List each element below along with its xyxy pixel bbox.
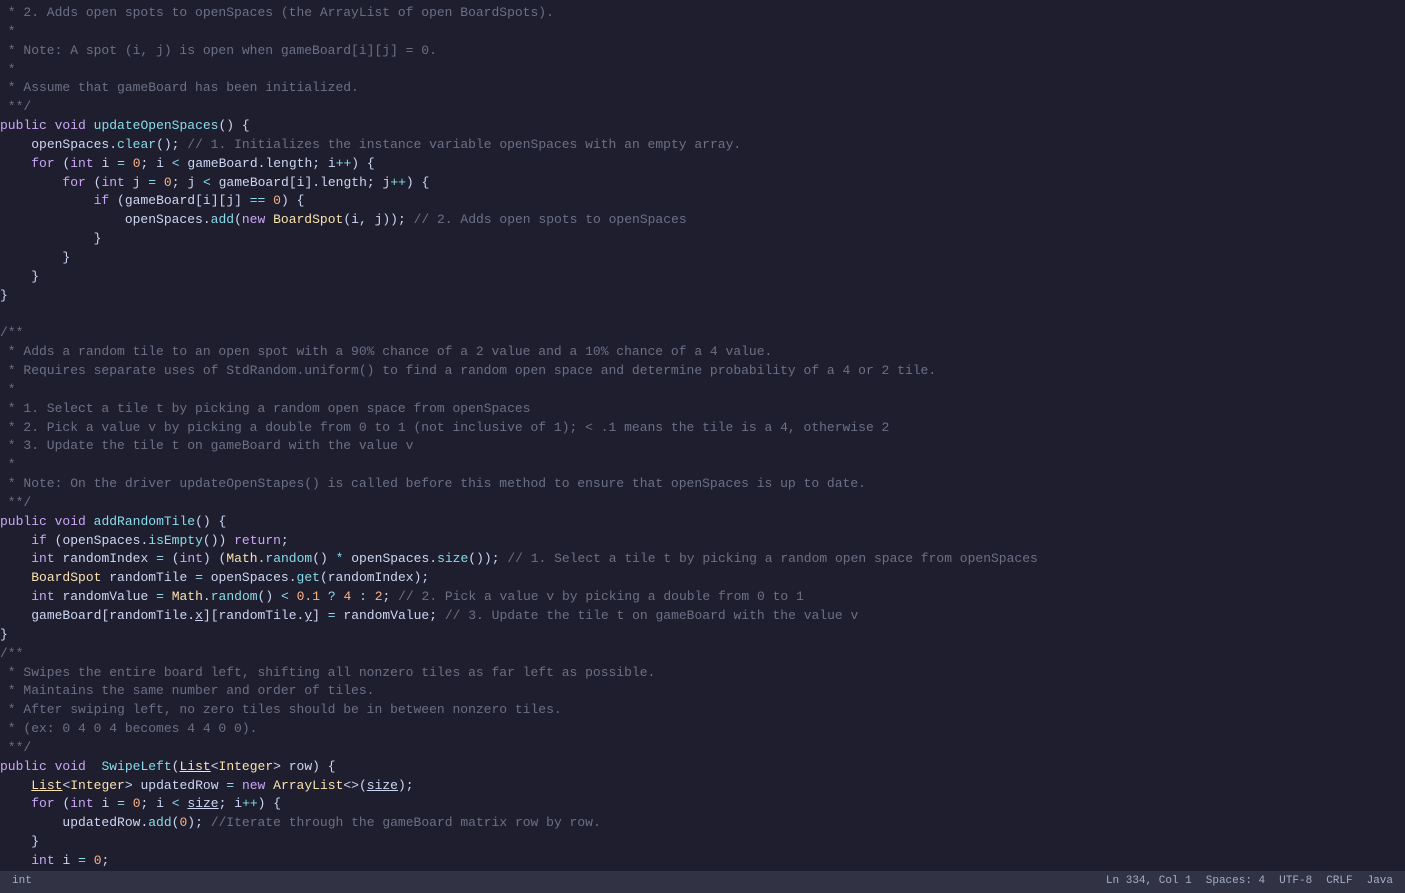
status-item-language: Java bbox=[1367, 874, 1393, 890]
code-line: openSpaces.clear(); // 1. Initializes th… bbox=[0, 136, 1405, 155]
status-bar-left: int bbox=[12, 874, 1106, 890]
code-line: gameBoard[randomTile.x][randomTile.y] = … bbox=[0, 607, 1405, 626]
code-line: * 3. Update the tile t on gameBoard with… bbox=[0, 437, 1405, 456]
code-line: int randomIndex = (int) (Math.random() *… bbox=[0, 550, 1405, 569]
code-line: **/ bbox=[0, 98, 1405, 117]
code-line: int i = 0; bbox=[0, 852, 1405, 871]
code-line: if (openSpaces.isEmpty()) return; bbox=[0, 532, 1405, 551]
code-line: } bbox=[0, 249, 1405, 268]
status-bar: int Ln 334, Col 1 Spaces: 4 UTF-8 CRLF J… bbox=[0, 871, 1405, 893]
code-line: * Swipes the entire board left, shifting… bbox=[0, 664, 1405, 683]
code-line: * 2. Pick a value v by picking a double … bbox=[0, 419, 1405, 438]
code-line: * (ex: 0 4 0 4 becomes 4 4 0 0). bbox=[0, 720, 1405, 739]
status-item-position: Ln 334, Col 1 bbox=[1106, 874, 1192, 890]
code-line: **/ bbox=[0, 494, 1405, 513]
code-line bbox=[0, 306, 1405, 325]
code-line: } bbox=[0, 626, 1405, 645]
code-line: openSpaces.add(new BoardSpot(i, j)); // … bbox=[0, 211, 1405, 230]
code-line: * 1. Select a tile t by picking a random… bbox=[0, 400, 1405, 419]
code-line: } bbox=[0, 287, 1405, 306]
status-item-line-endings: CRLF bbox=[1326, 874, 1352, 890]
code-line: * bbox=[0, 456, 1405, 475]
code-line: * Assume that gameBoard has been initial… bbox=[0, 79, 1405, 98]
code-line: public void SwipeLeft(List<Integer> row)… bbox=[0, 758, 1405, 777]
code-line: * bbox=[0, 23, 1405, 42]
code-line: * Note: A spot (i, j) is open when gameB… bbox=[0, 42, 1405, 61]
code-line: * Maintains the same number and order of… bbox=[0, 682, 1405, 701]
code-line: for (int i = 0; i < size; i++) { bbox=[0, 795, 1405, 814]
code-line: * Adds a random tile to an open spot wit… bbox=[0, 343, 1405, 362]
code-line: * bbox=[0, 381, 1405, 400]
code-line: } bbox=[0, 833, 1405, 852]
code-line: * bbox=[0, 61, 1405, 80]
status-item-spaces: Spaces: 4 bbox=[1206, 874, 1265, 890]
code-line: for (int j = 0; j < gameBoard[i].length;… bbox=[0, 174, 1405, 193]
code-line: * 2. Adds open spots to openSpaces (the … bbox=[0, 4, 1405, 23]
code-line: **/ bbox=[0, 739, 1405, 758]
code-line: BoardSpot randomTile = openSpaces.get(ra… bbox=[0, 569, 1405, 588]
code-line: } bbox=[0, 268, 1405, 287]
code-line: * Requires separate uses of StdRandom.un… bbox=[0, 362, 1405, 381]
code-line: /** bbox=[0, 324, 1405, 343]
code-line: int randomValue = Math.random() < 0.1 ? … bbox=[0, 588, 1405, 607]
code-line: public void updateOpenSpaces() { bbox=[0, 117, 1405, 136]
code-line: * Note: On the driver updateOpenStapes()… bbox=[0, 475, 1405, 494]
status-bar-right: Ln 334, Col 1 Spaces: 4 UTF-8 CRLF Java bbox=[1106, 874, 1393, 890]
code-line: } bbox=[0, 230, 1405, 249]
code-line: updatedRow.add(0); //Iterate through the… bbox=[0, 814, 1405, 833]
code-line: if (gameBoard[i][j] == 0) { bbox=[0, 192, 1405, 211]
code-line: for (int i = 0; i < gameBoard.length; i+… bbox=[0, 155, 1405, 174]
code-line: * After swiping left, no zero tiles shou… bbox=[0, 701, 1405, 720]
status-item-encoding: UTF-8 bbox=[1279, 874, 1312, 890]
code-editor: * 2. Adds open spots to openSpaces (the … bbox=[0, 0, 1405, 893]
status-item-type: int bbox=[12, 874, 32, 890]
code-line: public void addRandomTile() { bbox=[0, 513, 1405, 532]
code-line: /** bbox=[0, 645, 1405, 664]
code-line: List<Integer> updatedRow = new ArrayList… bbox=[0, 777, 1405, 796]
